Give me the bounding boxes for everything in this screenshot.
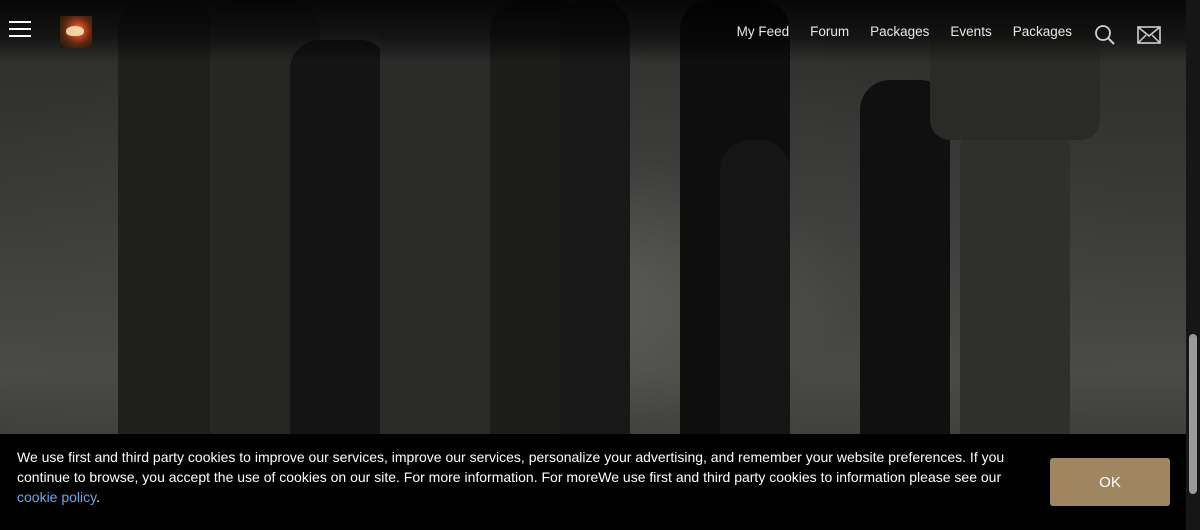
nav-item-my-feed[interactable]: My Feed: [737, 24, 790, 39]
cookie-message-text: We use first and third party cookies to …: [17, 449, 1005, 485]
search-icon[interactable]: [1094, 24, 1116, 51]
site-logo[interactable]: [60, 16, 92, 48]
scrollbar[interactable]: [1186, 0, 1200, 530]
main-nav: My Feed Forum Packages Events Packages: [716, 24, 1072, 39]
cookie-message-end: .: [96, 489, 101, 505]
nav-item-events[interactable]: Events: [950, 24, 991, 39]
ok-button[interactable]: OK: [1050, 458, 1170, 506]
hamburger-icon[interactable]: [9, 21, 31, 39]
page: My Feed Forum Packages Events Packages W…: [0, 0, 1200, 530]
nav-item-packages[interactable]: Packages: [870, 24, 929, 39]
cookie-banner: We use first and third party cookies to …: [0, 434, 1186, 530]
mail-icon[interactable]: [1137, 26, 1161, 49]
top-navigation-bar: My Feed Forum Packages Events Packages: [0, 0, 1186, 62]
nav-item-packages-2[interactable]: Packages: [1013, 24, 1072, 39]
cookie-policy-link[interactable]: cookie policy: [17, 489, 96, 505]
scrollbar-thumb[interactable]: [1189, 334, 1197, 494]
nav-item-forum[interactable]: Forum: [810, 24, 849, 39]
cookie-message: We use first and third party cookies to …: [17, 447, 1017, 507]
